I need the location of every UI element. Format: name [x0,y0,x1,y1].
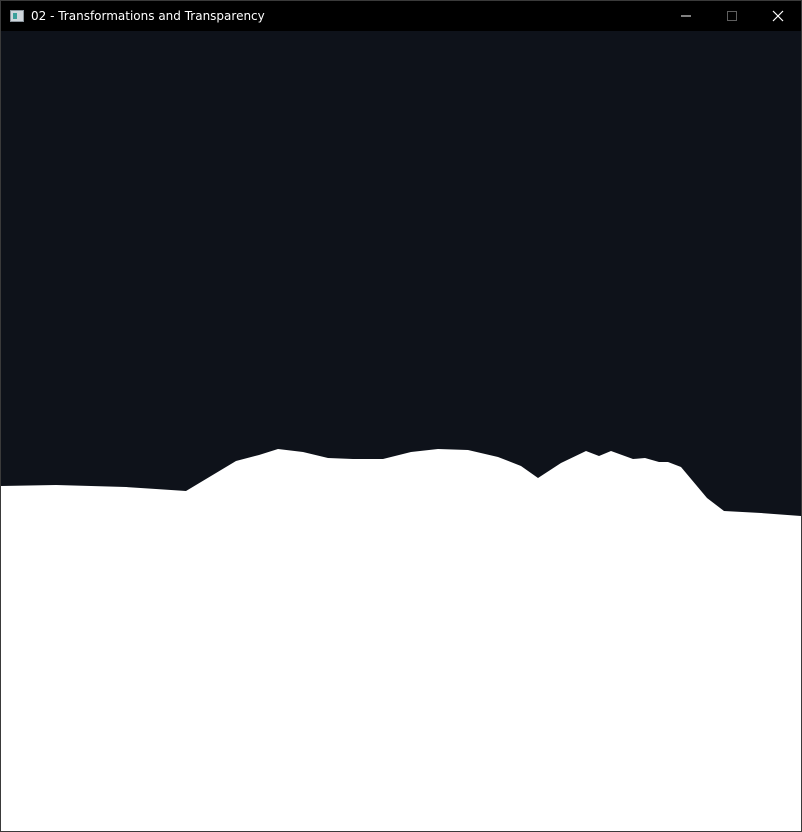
title-bar[interactable]: 02 - Transformations and Transparency [1,1,801,31]
minimize-icon [681,15,691,17]
app-window-icon[interactable] [10,10,24,22]
terrain-mesh [1,449,801,831]
maximize-icon [727,11,737,21]
window-title: 02 - Transformations and Transparency [31,9,265,23]
window-controls [663,1,801,31]
app-window: 02 - Transformations and Transparency [0,0,802,832]
terrain-polygon [1,449,801,831]
minimize-button[interactable] [663,1,709,31]
close-icon [772,10,784,22]
render-viewport[interactable] [1,31,801,831]
close-button[interactable] [755,1,801,31]
maximize-button[interactable] [709,1,755,31]
